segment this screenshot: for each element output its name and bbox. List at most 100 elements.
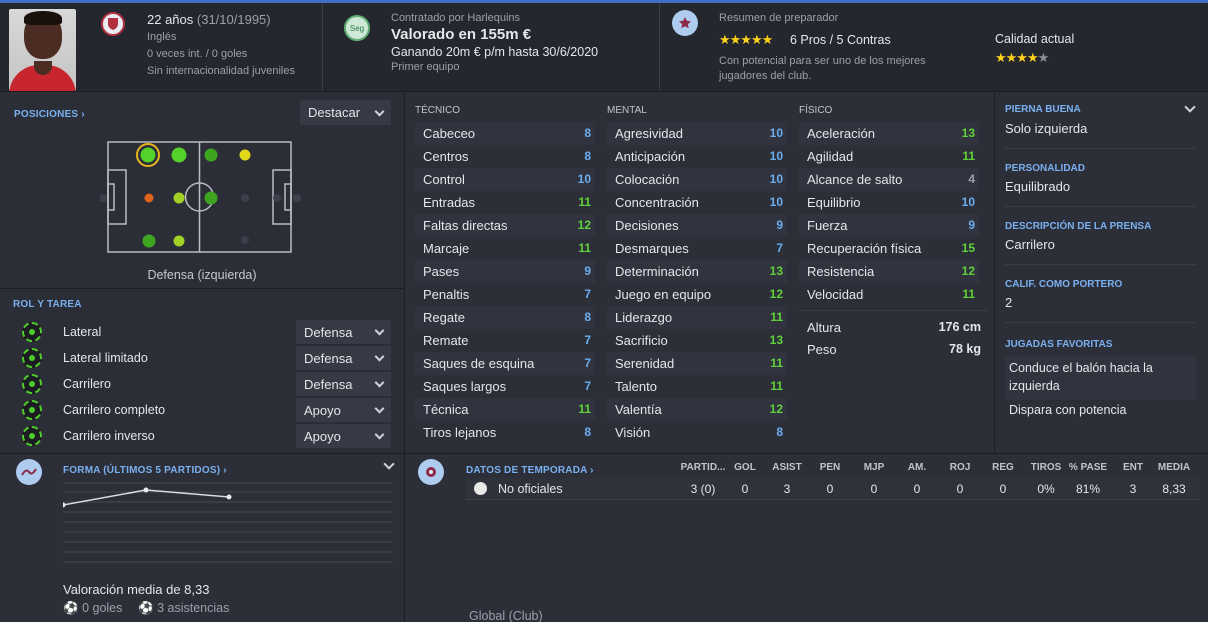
role-suitability-icon	[22, 322, 42, 342]
attribute-value: 8	[584, 126, 591, 140]
highlight-dropdown[interactable]: Destacar	[300, 100, 391, 125]
collapse-chevron-icon[interactable]	[1184, 101, 1196, 113]
role-duty-dropdown[interactable]: Defensa	[296, 372, 391, 396]
attribute-row[interactable]: Cabeceo 8	[415, 122, 595, 145]
attribute-row[interactable]: Serenidad 11	[607, 352, 787, 375]
attribute-row[interactable]: Talento 11	[607, 375, 787, 398]
form-assists: ⚽ 3 asistencias	[138, 601, 230, 615]
attribute-name: Desmarques	[615, 241, 689, 256]
chevron-down-icon	[374, 377, 385, 388]
attribute-name: Serenidad	[615, 356, 675, 371]
attribute-name: Tiros lejanos	[423, 425, 497, 440]
attribute-row[interactable]: Juego en equipo 12	[607, 283, 787, 306]
attribute-row[interactable]: Anticipación 10	[607, 145, 787, 168]
move-item[interactable]: Dispara con potencia	[1009, 403, 1126, 417]
positions-title[interactable]: POSICIONES ›	[14, 109, 85, 120]
attribute-row[interactable]: Aceleración 13	[799, 122, 979, 145]
attribute-name: Resistencia	[807, 264, 875, 279]
attribute-row[interactable]: Saques de esquina 7	[415, 352, 595, 375]
attribute-row[interactable]: Faltas directas 12	[415, 214, 595, 237]
attribute-row[interactable]: Velocidad 11	[799, 283, 979, 306]
attribute-name: Liderazgo	[615, 310, 673, 325]
player-age: 22 años	[147, 12, 194, 27]
season-header-cell[interactable]: MEDIA	[1144, 462, 1204, 473]
attribute-name: Recuperación física	[807, 241, 922, 256]
attribute-row[interactable]: Alcance de salto 4	[799, 168, 979, 191]
attribute-row[interactable]: Visión 8	[607, 421, 787, 444]
pros-cons[interactable]: 6 Pros / 5 Contras	[790, 33, 891, 47]
form-collapse-chevron-icon[interactable]	[383, 458, 395, 470]
chevron-down-icon	[374, 351, 385, 362]
attribute-row[interactable]: Penaltis 7	[415, 283, 595, 306]
coach-report-icon[interactable]	[672, 10, 698, 36]
role-name[interactable]: Carrilero	[63, 377, 111, 391]
attribute-value: 10	[769, 126, 783, 140]
attribute-value: 7	[584, 379, 591, 393]
media-value: Carrilero	[1005, 237, 1055, 252]
attribute-row[interactable]: Técnica 11	[415, 398, 595, 421]
attribute-row[interactable]: Saques largos 7	[415, 375, 595, 398]
attribute-row[interactable]: Equilibrio 10	[799, 191, 979, 214]
attribute-name: Centros	[423, 149, 469, 164]
attribute-row[interactable]: Remate 7	[415, 329, 595, 352]
highlight-dropdown-label: Destacar	[308, 105, 361, 120]
season-value-cell: 8,33	[1162, 482, 1186, 496]
attribute-value: 15	[961, 241, 975, 255]
player-nationality: Inglés	[147, 31, 177, 43]
attribute-name: Remate	[423, 333, 469, 348]
attribute-row[interactable]: Valentía 12	[607, 398, 787, 421]
attribute-row[interactable]: Liderazgo 11	[607, 306, 787, 329]
attribute-row[interactable]: Regate 8	[415, 306, 595, 329]
attribute-name: Agilidad	[807, 149, 854, 164]
attribute-row[interactable]: Decisiones 9	[607, 214, 787, 237]
shield-icon	[474, 482, 487, 495]
height-label: Altura	[807, 320, 841, 335]
role-duty-dropdown[interactable]: Apoyo	[296, 424, 391, 448]
chevron-down-icon	[374, 325, 385, 336]
role-name[interactable]: Lateral	[63, 325, 101, 339]
player-wage: Ganando 20m € p/m hasta 30/6/2020	[391, 45, 599, 59]
attribute-row[interactable]: Sacrificio 13	[607, 329, 787, 352]
role-duty-dropdown[interactable]: Defensa	[296, 346, 391, 370]
attribute-name: Valentía	[615, 402, 662, 417]
gk-value: 2	[1005, 295, 1013, 310]
attribute-row[interactable]: Determinación 13	[607, 260, 787, 283]
attribute-row[interactable]: Concentración 10	[607, 191, 787, 214]
role-duty-dropdown[interactable]: Apoyo	[296, 398, 391, 422]
club-crest-icon[interactable]	[101, 12, 125, 36]
attribute-row[interactable]: Centros 8	[415, 145, 595, 168]
role-duty-label: Defensa	[304, 376, 353, 392]
attribute-row[interactable]: Desmarques 7	[607, 237, 787, 260]
attribute-row[interactable]: Marcaje 11	[415, 237, 595, 260]
attribute-row[interactable]: Resistencia 12	[799, 260, 979, 283]
media-label: DESCRIPCIÓN DE LA PRENSA	[1005, 221, 1152, 232]
role-name[interactable]: Lateral limitado	[63, 351, 148, 365]
attribute-name: Regate	[423, 310, 465, 325]
player-photo[interactable]	[9, 9, 76, 91]
attribute-row[interactable]: Pases 9	[415, 260, 595, 283]
attribute-row[interactable]: Tiros lejanos 8	[415, 421, 595, 444]
attribute-name: Agresividad	[615, 126, 683, 141]
form-title[interactable]: FORMA (ÚLTIMOS 5 PARTIDOS) ›	[63, 465, 227, 476]
attribute-row[interactable]: Colocación 10	[607, 168, 787, 191]
attribute-name: Fuerza	[807, 218, 848, 233]
attribute-row[interactable]: Recuperación física 15	[799, 237, 979, 260]
attribute-value: 13	[961, 126, 975, 140]
attribute-row[interactable]: Agresividad 10	[607, 122, 787, 145]
attribute-row[interactable]: Agilidad 11	[799, 145, 979, 168]
attribute-row[interactable]: Control 10	[415, 168, 595, 191]
attribute-name: Aceleración	[807, 126, 875, 141]
role-name[interactable]: Carrilero inverso	[63, 429, 155, 443]
role-duty-dropdown[interactable]: Defensa	[296, 320, 391, 344]
season-footer: Global (Club)	[469, 609, 543, 622]
role-name[interactable]: Carrilero completo	[63, 403, 165, 417]
mental-title: MENTAL	[607, 105, 647, 116]
season-title[interactable]: DATOS DE TEMPORADA ›	[466, 465, 594, 476]
attribute-row[interactable]: Fuerza 9	[799, 214, 979, 237]
attribute-row[interactable]: Entradas 11	[415, 191, 595, 214]
season-stats-icon	[418, 459, 444, 485]
attribute-value: 12	[577, 218, 591, 232]
move-item[interactable]: Conduce el balón hacia la izquierda	[1005, 356, 1196, 400]
attribute-name: Saques largos	[423, 379, 507, 394]
foot-value: Solo izquierda	[1005, 121, 1088, 136]
